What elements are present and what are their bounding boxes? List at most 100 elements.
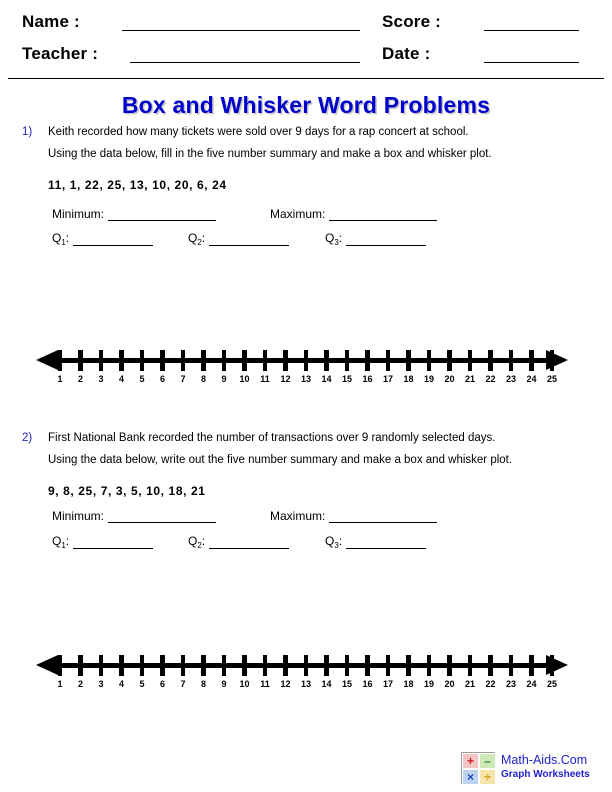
number-line-tick — [344, 655, 350, 676]
problem-2-minmax-row: Minimum: Maximum: — [0, 510, 612, 532]
q2-colon: : — [201, 534, 206, 548]
number-line-tick — [160, 350, 165, 371]
number-line-tick — [283, 350, 288, 371]
number-line-tick-label: 16 — [362, 374, 373, 384]
multiply-icon: × — [462, 769, 479, 785]
number-line-tick — [385, 655, 391, 676]
number-line-tick-label: 9 — [221, 374, 227, 384]
page-title: Box and Whisker Word Problems — [121, 92, 491, 118]
problem-1-maximum-field[interactable]: Maximum: — [270, 207, 438, 221]
problem-2-q1-field[interactable]: Q1: — [52, 535, 154, 550]
number-line-tick-label: 6 — [159, 374, 165, 384]
number-line-tick-label: 3 — [98, 679, 104, 689]
problem-1-q2-field[interactable]: Q2: — [188, 232, 290, 248]
score-input[interactable] — [484, 30, 579, 31]
problem-1-q3-field[interactable]: Q3: — [325, 231, 427, 247]
arrow-left-icon — [36, 350, 58, 370]
number-line-tick-label: 6 — [159, 679, 165, 689]
divide-icon: ÷ — [479, 769, 496, 785]
q3-blank[interactable] — [346, 233, 427, 246]
number-line-problem-2[interactable]: 1 2 3 4 5 6 7 8 9 10 11 12 13 14 15 16 17 18 19 20 21 22 23 24 2… — [0, 651, 612, 697]
date-input[interactable] — [484, 62, 579, 63]
q1-blank[interactable] — [73, 233, 154, 246]
number-line-tick — [549, 350, 555, 371]
number-line-tick-label: 10 — [239, 679, 250, 689]
q3-subscript: 3 — [334, 238, 339, 247]
number-line-tick — [119, 655, 124, 676]
number-line-tick — [262, 350, 268, 371]
number-line-tick-label: 9 — [221, 679, 227, 689]
problem-2-minimum-field[interactable]: Minimum: — [52, 510, 217, 523]
problem-1-quartile-row: Q1: Q2: Q3: — [0, 232, 612, 254]
q2-label: Q2: — [188, 232, 209, 248]
minimum-blank[interactable] — [108, 510, 217, 523]
number-line-tick — [365, 655, 370, 676]
maximum-label: Maximum: — [270, 207, 326, 221]
brand-name[interactable]: Math-Aids.Com — [501, 753, 587, 767]
plus-icon: + — [462, 753, 479, 769]
number-line-tick — [467, 655, 473, 676]
number-line-tick — [488, 655, 493, 676]
number-line-tick — [324, 655, 329, 676]
q2-blank[interactable] — [209, 536, 290, 549]
problem-2-quartile-row: Q1: Q2: Q3: — [0, 535, 612, 557]
number-line-tick-label: 2 — [77, 679, 83, 689]
number-line-tick-label: 18 — [403, 374, 414, 384]
number-line-problem-1[interactable]: 1 2 3 4 5 6 7 8 9 10 11 12 13 14 15 16 17 18 19 20 21 22 23 24 2… — [0, 346, 612, 392]
problem-2-number: 2) — [22, 432, 33, 444]
number-line-tick-label: 20 — [444, 679, 455, 689]
problem-1-number: 1) — [22, 126, 33, 138]
minimum-label: Minimum: — [52, 207, 105, 221]
number-line-tick — [426, 655, 432, 676]
maximum-blank[interactable] — [329, 208, 438, 221]
number-line-tick — [180, 655, 186, 676]
number-line-tick-label: 18 — [403, 679, 414, 689]
problem-2-q3-field[interactable]: Q3: — [325, 534, 427, 550]
number-line-tick — [447, 655, 452, 676]
number-line-tick — [98, 655, 104, 676]
number-line-tick — [303, 350, 309, 371]
number-line-tick-label: 21 — [464, 374, 475, 384]
number-line-tick — [426, 350, 432, 371]
minus-icon: – — [479, 753, 496, 769]
name-input[interactable] — [122, 30, 360, 31]
number-line-tick-label: 19 — [423, 679, 434, 689]
number-line-tick — [262, 655, 268, 676]
problem-2-maximum-field[interactable]: Maximum: — [270, 510, 438, 523]
number-line-tick — [344, 350, 350, 371]
number-line-tick — [283, 655, 288, 676]
number-line-tick-label: 25 — [546, 679, 557, 689]
footer-logo[interactable]: + – × ÷ Math-Aids.Com Graph Worksheets — [461, 752, 611, 788]
q3-letter: Q — [325, 231, 335, 245]
number-line-tick — [529, 655, 534, 676]
number-line-tick-label: 5 — [139, 374, 145, 384]
minimum-blank[interactable] — [108, 208, 217, 221]
number-line-tick-label: 15 — [341, 374, 352, 384]
number-line-tick — [78, 350, 83, 371]
number-line-tick-label: 11 — [260, 679, 270, 689]
number-line-tick-label: 4 — [118, 374, 124, 384]
maximum-blank[interactable] — [329, 510, 438, 523]
problem-1-text-line-1: Keith recorded how many tickets were sol… — [48, 126, 469, 138]
number-line-tick-label: 20 — [444, 374, 455, 384]
number-line-tick — [406, 350, 411, 371]
number-line-tick-label: 25 — [546, 374, 557, 384]
arrow-left-icon — [36, 655, 58, 675]
number-line-tick — [406, 655, 411, 676]
q3-blank[interactable] — [346, 536, 427, 549]
q1-blank[interactable] — [73, 536, 154, 549]
q3-colon: : — [338, 534, 343, 548]
teacher-input[interactable] — [130, 62, 360, 63]
number-line-tick — [447, 350, 452, 371]
number-line-tick-label: 5 — [139, 679, 145, 689]
number-line-tick — [508, 655, 514, 676]
number-line-tick — [508, 350, 514, 371]
number-line-tick — [242, 655, 247, 676]
number-line-tick-label: 12 — [280, 679, 291, 689]
problem-1-q1-field[interactable]: Q1: — [52, 232, 154, 247]
q2-blank[interactable] — [209, 233, 290, 246]
header-divider — [8, 78, 604, 79]
problem-2-q2-field[interactable]: Q2: — [188, 534, 290, 550]
problem-1-text-line-2: Using the data below, fill in the five n… — [48, 148, 492, 160]
problem-1-minimum-field[interactable]: Minimum: — [52, 207, 217, 221]
